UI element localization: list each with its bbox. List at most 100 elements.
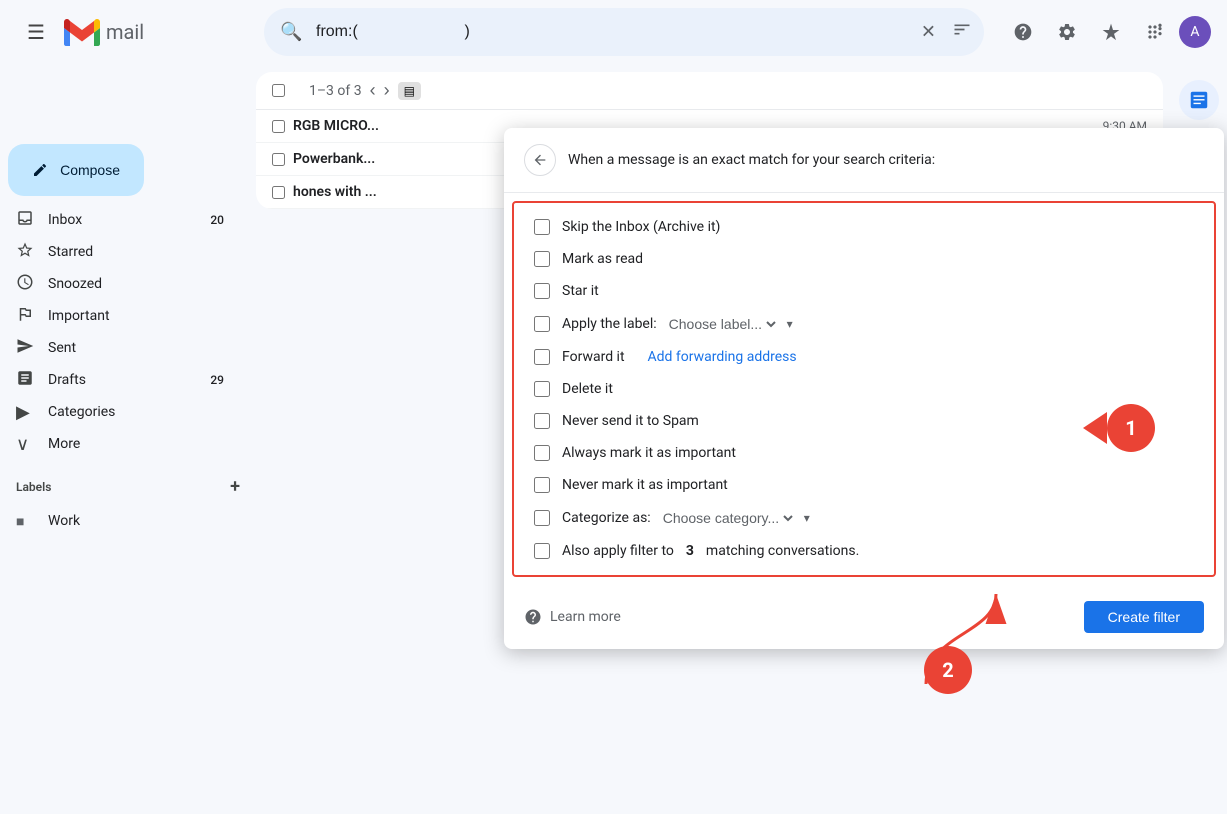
filter-option-star[interactable]: Star it [514, 275, 1214, 307]
filter-option-delete[interactable]: Delete it [514, 373, 1214, 405]
sidebar-item-categories[interactable]: ▶ Categories [0, 396, 240, 428]
sidebar-item-important[interactable]: Important [0, 300, 240, 332]
skip-inbox-label: Skip the Inbox (Archive it) [562, 219, 720, 235]
also-apply-suffix: matching conversations. [706, 543, 859, 559]
search-bar: 🔍 ✕ [264, 8, 984, 56]
filter-option-mark-read[interactable]: Mark as read [514, 243, 1214, 275]
sidebar-item-inbox[interactable]: Inbox 20 [0, 204, 240, 236]
compose-button[interactable]: Compose [8, 144, 144, 196]
also-apply-prefix: Also apply filter to [562, 543, 674, 559]
annotation-2-group: 2 [924, 646, 972, 694]
labels-add-icon[interactable]: + [230, 476, 240, 497]
inbox-badge: 20 [210, 213, 224, 227]
always-important-checkbox[interactable] [534, 445, 550, 461]
sidebar-item-drafts[interactable]: Drafts 29 [0, 364, 240, 396]
apply-label-checkbox[interactable] [534, 316, 550, 332]
forward-checkbox[interactable] [534, 349, 550, 365]
pagination-text: 1–3 of 3 [309, 83, 362, 99]
add-forwarding-link[interactable]: Add forwarding address [648, 349, 797, 365]
filter-option-also-apply[interactable]: Also apply filter to 3 matching conversa… [514, 535, 1214, 567]
filter-option-never-important[interactable]: Never mark it as important [514, 469, 1214, 501]
never-important-checkbox[interactable] [534, 477, 550, 493]
skip-inbox-checkbox[interactable] [534, 219, 550, 235]
gmail-logo-svg [64, 19, 100, 46]
categories-label: Categories [48, 404, 224, 420]
dialog-header: When a message is an exact match for you… [504, 128, 1224, 193]
learn-more-text: Learn more [550, 609, 621, 625]
email-sender: Powerbank... [293, 151, 453, 167]
label-select[interactable]: Choose label... [665, 315, 779, 333]
starred-icon [16, 241, 36, 264]
drafts-badge: 29 [210, 373, 224, 387]
sent-icon [16, 337, 36, 360]
search-icon: 🔍 [280, 22, 302, 43]
next-page-button[interactable]: › [384, 80, 390, 101]
filter-option-apply-label[interactable]: Apply the label: Choose label... ▾ [514, 307, 1214, 341]
gmail-wordmark: mail [106, 20, 144, 44]
work-label-icon: ■ [16, 513, 36, 530]
inbox-icon [16, 209, 36, 232]
topbar: ☰ mail 🔍 ✕ [0, 0, 1227, 64]
select-all-checkbox[interactable] [272, 84, 285, 97]
never-spam-checkbox[interactable] [534, 413, 550, 429]
mark-read-checkbox[interactable] [534, 251, 550, 267]
sidebar-item-sent[interactable]: Sent [0, 332, 240, 364]
learn-more-link[interactable]: Learn more [524, 608, 621, 626]
help-button[interactable] [1003, 12, 1043, 52]
labels-title: Labels [16, 480, 51, 494]
main-layout: Compose Inbox 20 Starred Snoozed I [0, 0, 1227, 750]
category-dropdown-arrow: ▾ [804, 511, 810, 525]
create-filter-button[interactable]: Create filter [1084, 601, 1204, 633]
email-checkbox[interactable] [272, 153, 285, 166]
categorize-checkbox[interactable] [534, 510, 550, 526]
also-apply-count: 3 [686, 543, 694, 559]
right-icon-sheets[interactable] [1179, 80, 1219, 120]
sidebar-item-more[interactable]: ∨ More [0, 428, 240, 460]
forward-label: Forward it Add forwarding address [562, 349, 797, 365]
annotation-1-group: 1 [1083, 404, 1155, 452]
menu-button[interactable]: ☰ [16, 12, 56, 52]
apps-button[interactable] [1135, 12, 1175, 52]
categories-expand-icon: ▶ [16, 402, 36, 423]
label-dropdown-arrow: ▾ [787, 317, 793, 331]
email-checkbox[interactable] [272, 120, 285, 133]
search-options-icon[interactable] [952, 20, 972, 45]
star-checkbox[interactable] [534, 283, 550, 299]
avatar[interactable]: A [1179, 16, 1211, 48]
delete-label: Delete it [562, 381, 613, 397]
prev-page-button[interactable]: ‹ [370, 80, 376, 101]
filter-option-forward[interactable]: Forward it Add forwarding address [514, 341, 1214, 373]
snoozed-icon [16, 273, 36, 296]
mark-read-label: Mark as read [562, 251, 643, 267]
sparkle-button[interactable] [1091, 12, 1131, 52]
delete-checkbox[interactable] [534, 381, 550, 397]
also-apply-checkbox[interactable] [534, 543, 550, 559]
create-filter-label: Create filter [1108, 609, 1180, 625]
search-input[interactable] [264, 8, 984, 56]
back-button[interactable] [524, 144, 556, 176]
email-checkbox[interactable] [272, 186, 285, 199]
apply-label-text: Apply the label: Choose label... ▾ [562, 315, 793, 333]
search-clear-icon[interactable]: ✕ [921, 22, 936, 43]
hamburger-icon: ☰ [27, 20, 45, 44]
star-label: Star it [562, 283, 599, 299]
sidebar-item-snoozed[interactable]: Snoozed [0, 268, 240, 300]
categorize-label-wrap: Categorize as: Choose category... ▾ [562, 509, 810, 527]
email-sender: hones with ... [293, 184, 453, 200]
settings-button[interactable] [1047, 12, 1087, 52]
sidebar-item-work[interactable]: ■ Work [0, 505, 240, 537]
snoozed-label: Snoozed [48, 276, 224, 292]
filter-option-skip-inbox[interactable]: Skip the Inbox (Archive it) [514, 211, 1214, 243]
topbar-right: A [1003, 12, 1211, 52]
compose-label: Compose [60, 162, 120, 178]
filter-option-categorize[interactable]: Categorize as: Choose category... ▾ [514, 501, 1214, 535]
dialog-footer: Learn more Create filter [504, 585, 1224, 649]
category-select[interactable]: Choose category... [659, 509, 796, 527]
work-label: Work [48, 513, 224, 529]
help-circle-icon [524, 608, 542, 626]
view-button[interactable]: ▤ [398, 82, 421, 100]
more-label: More [48, 436, 224, 452]
topbar-left: ☰ mail [16, 12, 256, 52]
toolbar-actions: 1–3 of 3 ‹ › ▤ [272, 80, 421, 101]
sidebar-item-starred[interactable]: Starred [0, 236, 240, 268]
